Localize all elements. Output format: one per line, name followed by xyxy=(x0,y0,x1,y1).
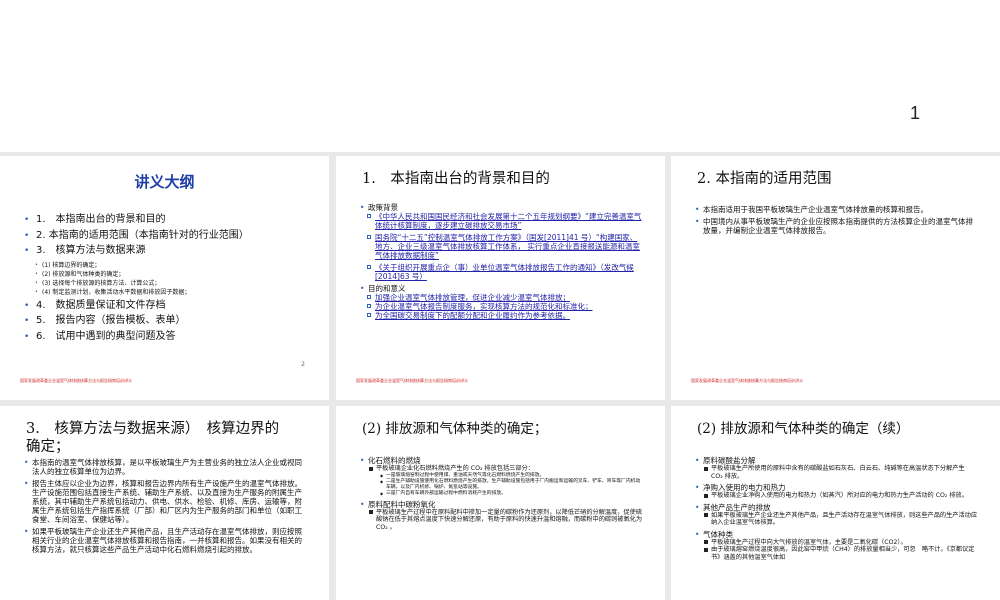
content-list: 原料碳酸盐分解 平板玻璃生产所使用的原料中含有的碳酸盐如石灰石、白云石、纯碱等在… xyxy=(695,456,978,561)
content-item: 原料配料中碳粉氧化 xyxy=(360,500,643,509)
slide-heading: (2) 排放源和气体种类的确定（续） xyxy=(697,421,910,437)
content-item: 本指南的温室气体排放核算，是以平板玻璃生产为主营业务的独立法人企业或视同法人的独… xyxy=(24,458,307,476)
content-item: 中国境内从事平板玻璃生产的企业应按照本指南提供的方法核算企业的温室气体排放量，并… xyxy=(695,217,978,235)
outline-item: 5. 报告内容（报告模板、表单） xyxy=(24,315,301,328)
content-subitem: 二是生产辅助设施使用化石燃料燃烧产生的排放。生产辅助设施包括用于厂内搬运和运输的… xyxy=(360,479,643,491)
content-subitem: 三是厂内自有车辆外部运输过程中燃料消耗产生的排放。 xyxy=(360,491,643,497)
content-item: 平板玻璃企业化石燃料燃烧产生的 CO₂ 排放包括三部分： xyxy=(360,465,643,473)
content-item: 《关于组织开展重点企（事）业单位温室气体排放报告工作的通知》（发改气候 [201… xyxy=(360,263,643,281)
header-area: 1 xyxy=(0,0,1000,152)
content-list: 政策背景 《中华人民共和国国民经济和社会发展第十二个五年规划纲要》“建立完善温室… xyxy=(360,203,643,320)
content-item: 净购入使用的电力和热力 xyxy=(695,483,978,492)
slide-emission-sources-cont: (2) 排放源和气体种类的确定（续） 原料碳酸盐分解 平板玻璃生产所使用的原料中… xyxy=(671,406,1000,600)
outline-subitem: (4) 制定监测计划，收集活动水平数据和排放因子数据； xyxy=(24,288,301,297)
content-list: 本指南的温室气体排放核算，是以平板玻璃生产为主营业务的独立法人企业或视同法人的独… xyxy=(24,458,307,554)
slide-footer: 国家发展改革委企业温室气体排放核算方法与报告指南培训讲义 xyxy=(356,378,468,383)
content-list: 化石燃料的燃烧 平板玻璃企业化石燃料燃烧产生的 CO₂ 排放包括三部分： 一是玻… xyxy=(360,456,643,531)
slide-heading: 1. 本指南出台的背景和目的 xyxy=(362,171,550,187)
content-item: 如果平板玻璃生产企业还生产其他产品，且生产活动存在温室气体排放，则这些产品的生产… xyxy=(695,512,978,527)
content-item: 平板玻璃企业净购入使用的电力和热力（如蒸汽）所对应的电力和热力生产活动的 CO₂… xyxy=(695,492,978,500)
slide-footer: 国家发展改革委企业温室气体排放核算方法与报告指南培训讲义 xyxy=(691,378,803,383)
outline-item: 4. 数据质量保证和文件存档 xyxy=(24,300,301,313)
slide-outline: 讲义大纲 1. 本指南出台的背景和目的 2. 本指南的适用范围（本指南针对的行业… xyxy=(0,156,329,400)
outline-subitem: (3) 选择每个排放源的核算方法、计算公式； xyxy=(24,279,301,288)
slide-emission-sources: (2) 排放源和气体种类的确定； 化石燃料的燃烧 平板玻璃企业化石燃料燃烧产生的… xyxy=(336,406,665,600)
slide-heading: (2) 排放源和气体种类的确定； xyxy=(362,421,548,437)
slide-number: 2 xyxy=(301,361,305,368)
content-item: 原料碳酸盐分解 xyxy=(695,456,978,465)
content-item: 目的和意义 xyxy=(360,284,643,293)
content-list: 本指南适用于我国平板玻璃生产企业温室气体排放量的核算和报告。 中国境内从事平板玻… xyxy=(695,205,978,235)
content-item: 为全国碳交易制度下的配额分配和企业履约作为参考依据。 xyxy=(360,311,643,320)
content-item: 如果平板玻璃生产企业还生产其他产品，且生产活动存在温室气体排放，则应按照相关行业… xyxy=(24,527,307,554)
slide-heading: 3. 核算方法与数据来源） 核算边界的确定； xyxy=(26,421,280,455)
slide-scope: 2. 本指南的适用范围 本指南适用于我国平板玻璃生产企业温室气体排放量的核算和报… xyxy=(671,156,1000,400)
outline-item: 3. 核算方法与数据来源 xyxy=(24,245,301,258)
slide-boundary: 3. 核算方法与数据来源） 核算边界的确定； 本指南的温室气体排放核算，是以平板… xyxy=(0,406,329,600)
outline-item: 2. 本指南的适用范围（本指南针对的行业范围） xyxy=(24,230,301,243)
content-item: 为企业温室气体报告制度服务，实现核算方法的规范化和标准化； xyxy=(360,302,643,311)
content-item: 本指南适用于我国平板玻璃生产企业温室气体排放量的核算和报告。 xyxy=(695,205,978,214)
content-item: 政策背景 xyxy=(360,203,643,212)
slide-background: 1. 本指南出台的背景和目的 政策背景 《中华人民共和国国民经济和社会发展第十二… xyxy=(336,156,665,400)
slide-title: 讲义大纲 xyxy=(134,173,195,191)
content-item: 《中华人民共和国国民经济和社会发展第十二个五年规划纲要》“建立完善温室气体统计核… xyxy=(360,212,643,230)
slide-handout-page: 1 讲义大纲 1. 本指南出台的背景和目的 2. 本指南的适用范围（本指南针对的… xyxy=(0,0,1000,600)
slide-footer: 国家发展改革委企业温室气体排放核算方法与报告指南培训讲义 xyxy=(20,378,132,383)
content-item: 气体种类 xyxy=(695,530,978,539)
content-item: 平板玻璃生产过程中在原料配料中掺加一定量的碳粉作为还原剂，以降低芒硝的分解温度，… xyxy=(360,509,643,532)
outline-item: 1. 本指南出台的背景和目的 xyxy=(24,214,301,227)
slide-heading: 2. 本指南的适用范围 xyxy=(697,171,832,187)
content-item: 平板玻璃生产过程中向大气排放的温室气体，主要是二氧化碳（CO2）。 xyxy=(695,539,978,547)
outline-list: 1. 本指南出台的背景和目的 2. 本指南的适用范围（本指南针对的行业范围） 3… xyxy=(24,214,301,346)
content-item: 平板玻璃生产所使用的原料中含有的碳酸盐如石灰石、白云石、纯碱等在高温状态下分解产… xyxy=(695,465,978,480)
page-number: 1 xyxy=(909,103,920,123)
outline-subitem: (1) 核算边界的确定； xyxy=(24,261,301,270)
content-item: 化石燃料的燃烧 xyxy=(360,456,643,465)
outline-item: 6. 试用中遇到的典型问题及答 xyxy=(24,331,301,344)
outline-subitem: (2) 排放源和气体种类的确定； xyxy=(24,270,301,279)
content-item: 国务院“十二五”控制温室气体排放工作方案》（国发[2011]41 号）“构建国家… xyxy=(360,233,643,260)
content-item: 加强企业温室气体排放管理，促进企业减少温室气体排放； xyxy=(360,293,643,302)
content-item: 其他产品生产的排放 xyxy=(695,503,978,512)
content-item: 报告主体应以企业为边界，核算和报告边界内所有生产设施产生的温室气体排放。生产设施… xyxy=(24,479,307,524)
content-item: 由于玻璃熔窑燃烧温度很高，因此窑中甲烷（CH4）的排放量相当少，可忽 略不计。《… xyxy=(695,546,978,561)
